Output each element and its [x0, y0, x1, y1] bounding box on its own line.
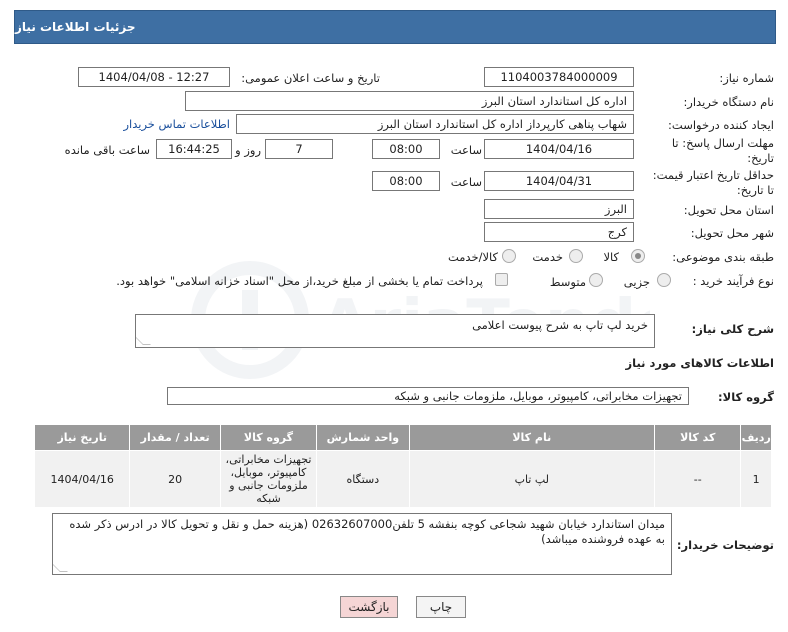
validity-label-1: حداقل تاریخ اعتبار قیمت: [652, 168, 774, 182]
col-date: تاریخ نیاز [33, 424, 131, 451]
cell-code: -- [654, 450, 742, 508]
treasury-bond-note: پرداخت تمام یا بخشی از مبلغ خرید،از محل … [116, 274, 483, 288]
description-label: شرح کلی نیاز: [691, 322, 774, 336]
treasury-bond-checkbox[interactable] [495, 273, 508, 286]
city-label: شهر محل تحویل: [690, 226, 774, 240]
goods-group-label: گروه کالا: [718, 390, 774, 404]
buyer-org-label: نام دستگاه خریدار: [683, 95, 774, 109]
category-service-radio[interactable] [569, 249, 583, 263]
cell-date: 1404/04/16 [33, 450, 131, 508]
panel-header: جزئیات اطلاعات نیاز [14, 10, 776, 44]
cell-row: 1 [740, 450, 772, 508]
deadline-time-label: ساعت [450, 143, 482, 157]
remaining-label: ساعت باقی مانده [64, 143, 150, 157]
col-unit: واحد شمارش [316, 424, 410, 451]
panel-title: جزئیات اطلاعات نیاز [15, 20, 136, 34]
requester-label: ایجاد کننده درخواست: [668, 118, 774, 132]
cell-qty: 20 [129, 450, 221, 508]
remaining-time-field[interactable]: 16:44:25 [156, 139, 232, 159]
col-row: ردیف [740, 424, 772, 451]
goods-section-title: اطلاعات کالاهای مورد نیاز [625, 356, 774, 370]
category-both-label: کالا/خدمت [447, 250, 498, 264]
back-button[interactable]: بازگشت [340, 596, 398, 618]
buyer-notes-label: توضیحات خریدار: [676, 538, 774, 552]
category-both-radio[interactable] [502, 249, 516, 263]
print-button[interactable]: چاپ [416, 596, 466, 618]
process-minor-label: جزیی [623, 275, 650, 289]
process-minor-radio[interactable] [657, 273, 671, 287]
announce-field[interactable]: 1404/04/08 - 12:27 [78, 67, 230, 87]
goods-table: ردیف کد کالا نام کالا واحد شمارش گروه کا… [33, 424, 772, 508]
requester-field[interactable]: شهاب پناهی کارپرداز اداره کل استاندارد ا… [236, 114, 634, 134]
process-medium-label: متوسط [549, 275, 586, 289]
table-row: 1 -- لپ تاپ دستگاه تجهیزات مخابراتی، کام… [33, 450, 772, 508]
category-goods-radio[interactable] [631, 249, 645, 263]
process-label: نوع فرآیند خرید : [692, 274, 774, 288]
col-name: نام کالا [408, 424, 656, 451]
days-remaining-field[interactable]: 7 [265, 139, 333, 159]
category-service-label: خدمت [532, 250, 563, 264]
validity-time-field[interactable]: 08:00 [372, 171, 440, 191]
deadline-label-1: مهلت ارسال پاسخ: تا [671, 136, 774, 150]
need-number-field[interactable]: 1104003784000009 [484, 67, 634, 87]
deadline-time-field[interactable]: 08:00 [372, 139, 440, 159]
buyer-notes-text: میدان استاندارد خیابان شهید شجاعی کوچه ب… [69, 517, 665, 546]
days-label: روز و [235, 143, 261, 157]
validity-date-field[interactable]: 1404/04/31 [484, 171, 634, 191]
goods-table-header: ردیف کد کالا نام کالا واحد شمارش گروه کا… [33, 424, 772, 451]
announce-label: تاریخ و ساعت اعلان عمومی: [241, 71, 380, 85]
col-group: گروه کالا [219, 424, 318, 451]
deadline-label-2: تاریخ: [747, 151, 774, 165]
validity-time-label: ساعت [450, 175, 482, 189]
process-medium-radio[interactable] [589, 273, 603, 287]
province-field[interactable]: البرز [484, 199, 634, 219]
need-number-label: شماره نیاز: [719, 71, 774, 85]
resize-grip-icon[interactable] [136, 337, 151, 345]
category-label: طبقه بندی موضوعی: [672, 250, 774, 264]
description-textarea[interactable]: خرید لپ تاپ به شرح پیوست اعلامی [135, 314, 655, 348]
buyer-contact-link[interactable]: اطلاعات تماس خریدار [123, 117, 230, 131]
description-text: خرید لپ تاپ به شرح پیوست اعلامی [472, 318, 648, 332]
buyer-org-field[interactable]: اداره کل استاندارد استان البرز [185, 91, 634, 111]
province-label: استان محل تحویل: [683, 203, 774, 217]
cell-unit: دستگاه [316, 450, 410, 508]
col-qty: تعداد / مقدار [129, 424, 221, 451]
resize-grip-icon[interactable] [53, 564, 68, 572]
cell-group: تجهیزات مخابراتی، کامپیوتر، موبایل، ملزو… [219, 450, 318, 508]
cell-name: لپ تاپ [408, 450, 656, 508]
deadline-date-field[interactable]: 1404/04/16 [484, 139, 634, 159]
col-code: کد کالا [654, 424, 742, 451]
goods-group-field[interactable]: تجهیزات مخابراتی، کامپیوتر، موبایل، ملزو… [167, 387, 689, 405]
category-goods-label: کالا [603, 250, 619, 264]
validity-label-2: تا تاریخ: [736, 183, 774, 197]
buyer-notes-textarea[interactable]: میدان استاندارد خیابان شهید شجاعی کوچه ب… [52, 513, 672, 575]
city-field[interactable]: کرج [484, 222, 634, 242]
